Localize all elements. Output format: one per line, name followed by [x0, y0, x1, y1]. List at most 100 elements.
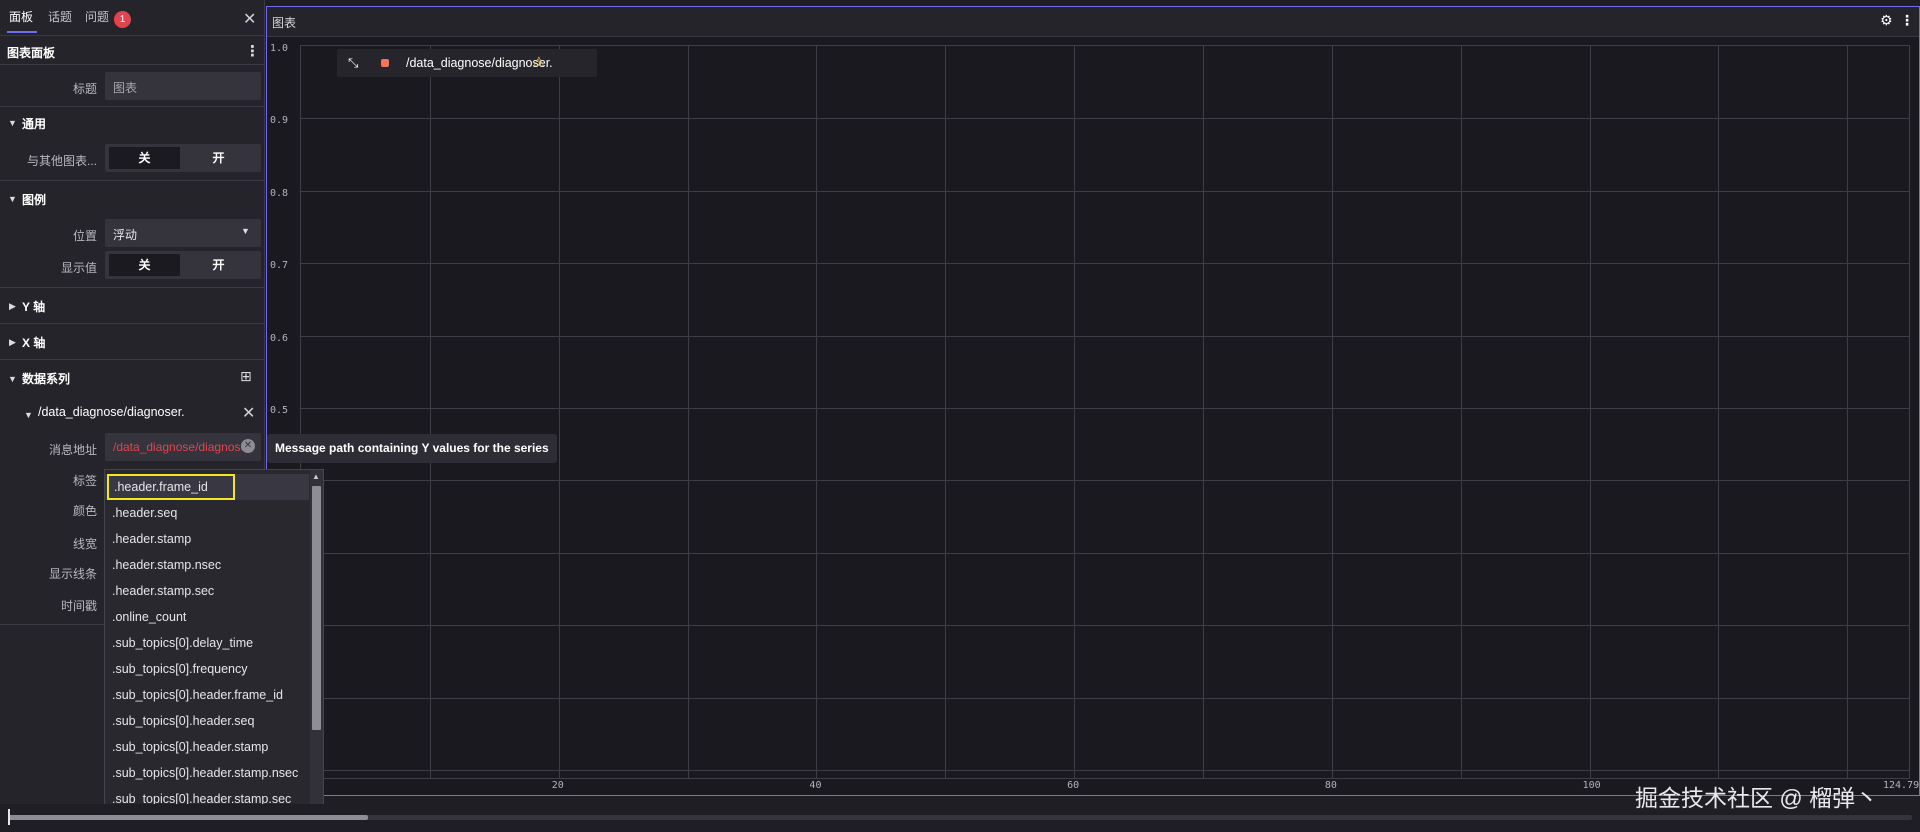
legend-position-value: 浮动 — [113, 228, 138, 242]
grid-line-vertical — [688, 46, 689, 778]
sync-off-button[interactable]: 关 — [109, 147, 180, 169]
autocomplete-option[interactable]: .header.seq — [112, 500, 312, 526]
grid-line-horizontal — [301, 263, 1909, 264]
grid-line-horizontal — [301, 553, 1909, 554]
grid-line-vertical — [1203, 46, 1204, 778]
autocomplete-option[interactable]: .online_count — [112, 604, 312, 630]
series-item-title[interactable]: /data_diagnose/diagnoser. — [38, 405, 185, 419]
chart-header: 图表 ⚙ ⋮ — [267, 7, 1919, 37]
message-path-label: 消息地址 — [48, 443, 97, 457]
grid-line-vertical — [430, 46, 431, 778]
grid-line-vertical — [1332, 46, 1333, 778]
tab-topics[interactable]: 话题 — [48, 8, 72, 25]
title-label: 标题 — [72, 82, 97, 96]
title-input[interactable]: 图表 — [105, 72, 261, 100]
x-tick-label: 60 — [1067, 780, 1080, 791]
timeline-scrollbar[interactable] — [0, 804, 1920, 832]
legend-series-label[interactable]: /data_diagnose/diagnoser. — [406, 56, 553, 70]
y-axis-section-heading[interactable]: Y 轴 — [22, 298, 45, 315]
divider — [0, 64, 265, 65]
general-section-heading[interactable]: 通用 — [22, 115, 46, 132]
chevron-down-icon[interactable]: ▼ — [8, 374, 17, 384]
chevron-right-icon[interactable]: ▶ — [9, 337, 16, 348]
show-values-off-button[interactable]: 关 — [109, 254, 180, 276]
sync-label: 与其他图表... — [26, 154, 97, 168]
autocomplete-option[interactable]: .header.stamp.sec — [112, 578, 312, 604]
series-show-line-label: 显示线条 — [48, 567, 97, 581]
x-tick-label: 80 — [1324, 780, 1337, 791]
plot-area[interactable] — [300, 45, 1910, 779]
tab-problems[interactable]: 问题 — [85, 8, 109, 25]
chart-legend: ⤡ /data_diagnose/diagnoser. ⚠ — [337, 49, 597, 77]
chart-panel: 图表 ⚙ ⋮ ⤡ /data_diagnose/diagnoser. ⚠ 1.0… — [266, 6, 1920, 796]
message-path-tooltip: Message path containing Y values for the… — [267, 434, 557, 463]
autocomplete-option[interactable]: .sub_topics[0].header.frame_id — [112, 682, 312, 708]
y-tick-label: 0.6 — [270, 332, 289, 344]
gear-icon[interactable]: ⚙ — [1880, 12, 1893, 29]
x-tick-label: 20 — [551, 780, 564, 791]
panel-menu-icon[interactable]: ⋮ — [245, 42, 260, 60]
sync-on-button[interactable]: 开 — [183, 147, 254, 169]
grid-line-vertical — [945, 46, 946, 778]
add-series-icon[interactable]: ⊞ — [240, 368, 252, 385]
scroll-up-icon[interactable]: ▲ — [312, 472, 320, 481]
legend-position-label: 位置 — [72, 229, 97, 243]
warning-icon: ⚠ — [533, 54, 545, 69]
show-values-on-button[interactable]: 开 — [183, 254, 254, 276]
active-tab-indicator — [7, 31, 37, 33]
chevron-down-icon[interactable]: ▼ — [8, 118, 17, 128]
y-tick-label: 0.7 — [270, 260, 289, 272]
tab-panel[interactable]: 面板 — [9, 8, 33, 25]
caret-down-icon: ▼ — [241, 226, 250, 236]
sidebar-tabs: 面板 话题 问题 1 ✕ — [0, 0, 265, 36]
grid-line-horizontal — [301, 408, 1909, 409]
series-timestamp-label: 时间戳 — [60, 599, 97, 613]
playhead-marker[interactable] — [8, 809, 10, 825]
sync-toggle[interactable]: 关 开 — [105, 144, 261, 172]
grid-line-horizontal — [301, 118, 1909, 119]
autocomplete-option[interactable]: .header.stamp — [112, 526, 312, 552]
timeline-thumb[interactable] — [8, 815, 368, 820]
legend-position-select[interactable]: 浮动 ▼ — [105, 219, 261, 247]
y-tick-label: 0.8 — [270, 187, 289, 199]
divider — [0, 180, 265, 181]
message-path-input[interactable]: /data_diagnose/diagnoser. — [105, 433, 261, 461]
close-sidebar-icon[interactable]: ✕ — [243, 9, 256, 29]
series-section-heading[interactable]: 数据系列 — [22, 370, 70, 387]
autocomplete-option[interactable]: .sub_topics[0].header.stamp — [112, 734, 312, 760]
divider — [0, 106, 265, 107]
panel-title: 图表面板 — [7, 46, 56, 60]
autocomplete-option[interactable]: .sub_topics[0].header.stamp.nsec — [112, 760, 312, 786]
x-tick-label: 40 — [809, 780, 822, 791]
divider — [0, 287, 265, 288]
show-values-label: 显示值 — [60, 261, 97, 275]
legend-section-heading[interactable]: 图例 — [22, 191, 46, 208]
grid-line-vertical — [816, 46, 817, 778]
chevron-down-icon[interactable]: ▼ — [24, 410, 33, 420]
y-tick-label: 0.5 — [270, 405, 289, 416]
collapse-legend-icon[interactable]: ⤡ — [348, 55, 358, 71]
chevron-down-icon[interactable]: ▼ — [8, 194, 17, 204]
show-values-toggle[interactable]: 关 开 — [105, 251, 261, 279]
x-tick-label: 100 — [1582, 780, 1601, 791]
y-tick-label: 1.0 — [270, 43, 289, 54]
delete-series-icon[interactable]: ✕ — [242, 403, 255, 423]
grid-line-horizontal — [301, 770, 1909, 771]
divider — [0, 359, 265, 360]
autocomplete-option[interactable]: .sub_topics[0].delay_time — [112, 630, 312, 656]
autocomplete-option[interactable]: .sub_topics[0].header.seq — [112, 708, 312, 734]
more-menu-icon[interactable]: ⋮ — [1900, 12, 1914, 29]
autocomplete-option[interactable]: .sub_topics[0].frequency — [112, 656, 312, 682]
series-color-swatch — [381, 59, 389, 67]
dropdown-scrollbar-thumb[interactable] — [312, 486, 321, 730]
x-axis-section-heading[interactable]: X 轴 — [22, 334, 45, 351]
grid-line-vertical — [1461, 46, 1462, 778]
clear-input-icon[interactable]: ✕ — [241, 439, 255, 453]
autocomplete-dropdown[interactable]: ▲ ▼ .header.frame_id.header.seq.header.s… — [104, 469, 324, 832]
grid-line-vertical — [1074, 46, 1075, 778]
series-color-label: 颜色 — [72, 504, 97, 518]
autocomplete-option[interactable]: .header.stamp.nsec — [112, 552, 312, 578]
chevron-right-icon[interactable]: ▶ — [9, 301, 16, 312]
autocomplete-option[interactable]: .header.frame_id — [107, 474, 235, 500]
watermark-text: 掘金技术社区 @ 榴弹丶 — [1635, 785, 1879, 811]
